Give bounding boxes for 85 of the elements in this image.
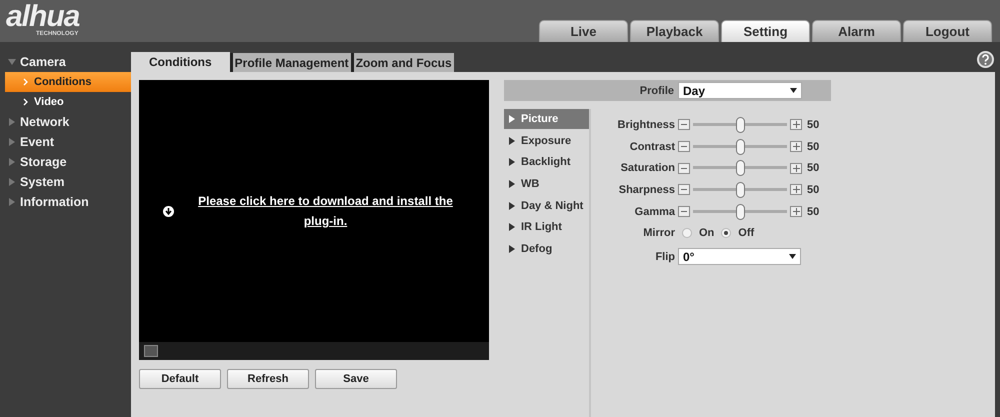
slider-thumb[interactable] — [736, 160, 745, 176]
flip-select[interactable]: 0° — [678, 248, 801, 266]
slider-thumb[interactable] — [736, 182, 745, 198]
tab[interactable]: Zoom and Focus — [350, 53, 454, 72]
download-icon — [162, 206, 174, 216]
caret-icon — [789, 254, 796, 260]
plugin-download-link[interactable]: Please click here to download and install the plug-in. — [186, 191, 466, 231]
sidebar-item[interactable]: Event — [20, 135, 54, 149]
nav-tab[interactable]: Live — [539, 20, 628, 42]
sidebar-item[interactable]: Storage — [20, 155, 67, 169]
sidebar-subitem[interactable]: Conditions — [5, 72, 131, 92]
setting-label: Contrast — [628, 140, 675, 153]
triangle-icon — [508, 180, 516, 188]
action-button[interactable]: Refresh — [227, 369, 309, 389]
nav-tab[interactable]: Alarm — [812, 20, 901, 42]
help-icon[interactable] — [977, 51, 994, 68]
plus-icon — [792, 186, 800, 194]
triangle-icon — [508, 223, 516, 232]
slider-value: 50 — [807, 162, 820, 174]
radio-button[interactable] — [682, 228, 692, 238]
category-item[interactable]: IR Light — [504, 217, 589, 238]
category-item[interactable]: Backlight — [504, 152, 589, 172]
sidebar-item[interactable]: Network — [20, 115, 70, 129]
sidebar-item[interactable]: System — [20, 175, 64, 189]
slider-value: 50 — [807, 118, 820, 131]
profile-label: Profile — [640, 84, 674, 96]
triangle-icon — [508, 115, 516, 123]
nav-tab[interactable]: Setting — [721, 20, 810, 42]
nav-tab[interactable]: Logout — [903, 20, 992, 42]
caret-icon — [790, 88, 797, 93]
category-item[interactable]: Exposure — [504, 130, 589, 151]
triangle-icon — [508, 158, 516, 166]
slider-thumb[interactable] — [736, 204, 745, 220]
plus-button[interactable] — [790, 206, 802, 218]
slider-thumb[interactable] — [736, 116, 745, 133]
minus-button[interactable] — [678, 162, 690, 174]
logo: alhua — [6, 3, 80, 31]
minus-icon — [681, 211, 687, 212]
action-button[interactable]: Save — [315, 369, 397, 389]
plus-icon — [792, 164, 800, 172]
minus-button[interactable] — [678, 184, 690, 196]
minus-icon — [681, 168, 687, 169]
radio-label: Off — [738, 227, 754, 240]
category-item[interactable]: WB — [504, 174, 589, 194]
sidebar-item[interactable]: Camera — [20, 55, 66, 69]
plus-icon — [792, 208, 800, 216]
nav-tab[interactable]: Playback — [630, 20, 719, 42]
sidebar-subitem[interactable]: Video — [5, 92, 131, 112]
plus-button[interactable] — [790, 162, 802, 174]
radio-button[interactable] — [721, 228, 732, 238]
setting-label: Saturation — [620, 162, 675, 174]
plus-icon — [792, 143, 800, 150]
radio-label: On — [699, 227, 714, 240]
setting-label: Sharpness — [618, 184, 675, 196]
plus-button[interactable] — [790, 184, 802, 196]
minus-button[interactable] — [678, 119, 690, 130]
setting-label: Flip — [654, 250, 675, 263]
chevron-icon — [23, 78, 28, 86]
triangle-icon — [508, 202, 516, 210]
triangle-icon — [508, 136, 516, 145]
setting-label: Mirror — [642, 227, 675, 240]
category-item[interactable]: Defog — [504, 239, 589, 260]
setting-label: Gamma — [634, 206, 675, 218]
minus-icon — [681, 146, 687, 148]
minus-icon — [681, 189, 687, 190]
tab[interactable]: Profile Management — [230, 53, 351, 72]
plus-icon — [792, 121, 800, 128]
plus-button[interactable] — [790, 119, 802, 130]
triangle-icon — [508, 245, 516, 254]
category-item[interactable]: Day & Night — [504, 196, 589, 216]
slider-value: 50 — [807, 140, 820, 153]
plus-button[interactable] — [790, 141, 802, 152]
chevron-icon — [23, 98, 28, 106]
tab[interactable]: Conditions — [131, 52, 230, 72]
slider-value: 50 — [807, 184, 820, 196]
slider-value: 50 — [807, 206, 820, 218]
setting-label: Brightness — [616, 118, 675, 131]
minus-button[interactable] — [678, 206, 690, 218]
sidebar-item[interactable]: Information — [20, 195, 89, 209]
profile-select[interactable]: Day — [678, 82, 802, 99]
minus-button[interactable] — [678, 141, 690, 152]
action-button[interactable]: Default — [139, 369, 221, 389]
category-item[interactable]: Picture — [504, 109, 589, 129]
minus-icon — [681, 124, 687, 126]
slider-thumb[interactable] — [736, 138, 745, 155]
